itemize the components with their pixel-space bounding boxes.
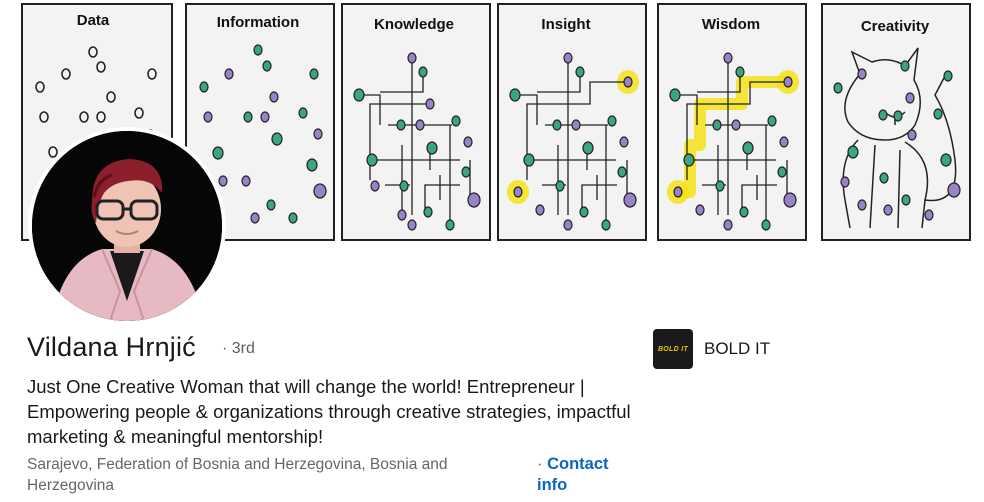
panel-title-wisdom: Wisdom xyxy=(702,16,760,33)
panel-title-information: Information xyxy=(217,14,300,31)
person-portrait-icon xyxy=(32,131,222,321)
panel-creativity xyxy=(821,3,971,241)
panel-title-creativity: Creativity xyxy=(861,18,930,35)
connection-degree: · 3rd xyxy=(222,340,255,357)
panel-title-data: Data xyxy=(77,12,110,29)
current-company[interactable]: BOLD IT BOLD IT xyxy=(653,329,770,369)
panel-wisdom xyxy=(657,3,807,241)
panel-title-knowledge: Knowledge xyxy=(374,16,454,33)
profile-name: Vildana Hrnjić xyxy=(27,332,196,362)
contact-info-link[interactable]: · Contact info xyxy=(537,454,627,496)
profile-headline: Just One Creative Woman that will change… xyxy=(27,376,631,447)
contact-info-label[interactable]: Contact info xyxy=(537,455,609,494)
company-logo-text: BOLD IT xyxy=(657,345,689,353)
panel-title-insight: Insight xyxy=(541,16,590,33)
panel-knowledge xyxy=(341,3,491,241)
profile-photo[interactable] xyxy=(28,127,226,325)
company-logo: BOLD IT xyxy=(653,329,693,369)
profile-location: Sarajevo, Federation of Bosnia and Herze… xyxy=(27,456,448,494)
avatar xyxy=(32,131,222,321)
company-name[interactable]: BOLD IT xyxy=(704,339,770,359)
panel-insight xyxy=(497,3,647,241)
contact-separator: · xyxy=(537,455,543,473)
